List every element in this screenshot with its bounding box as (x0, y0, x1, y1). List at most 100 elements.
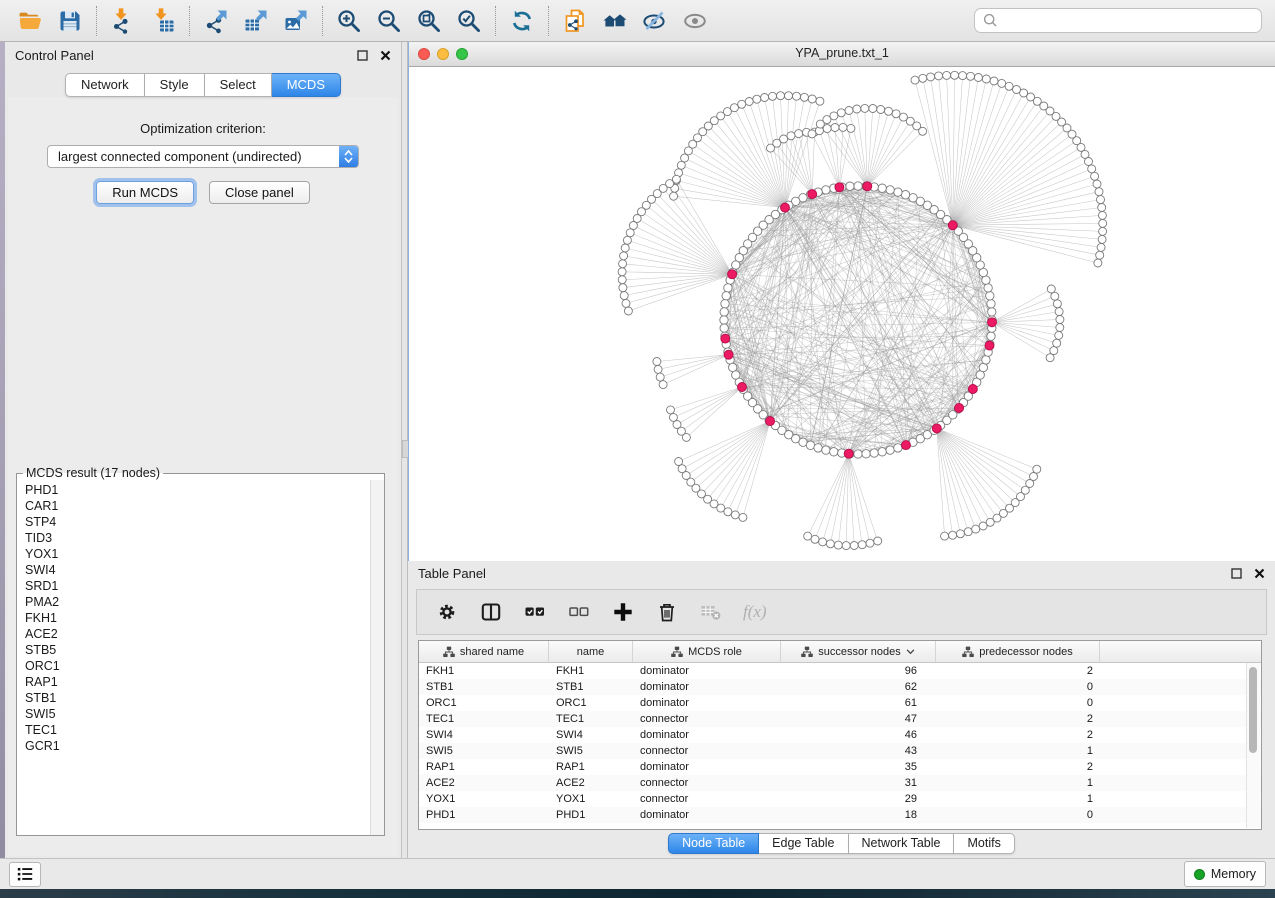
column-label: predecessor nodes (979, 646, 1073, 658)
tab-select[interactable]: Select (205, 73, 272, 97)
zoom-out-button[interactable] (372, 4, 406, 38)
table-row[interactable]: ACE2ACE2connector311 (419, 775, 1261, 791)
zoom-in-icon (340, 11, 359, 30)
cell: dominator (633, 665, 781, 677)
import-network-button[interactable] (106, 4, 140, 38)
column-label: successor nodes (818, 646, 901, 658)
search-input[interactable] (1004, 12, 1253, 29)
export-table-button[interactable] (239, 4, 273, 38)
table-row[interactable]: PHD1PHD1dominator180 (419, 807, 1261, 823)
close-panel-button[interactable]: Close panel (209, 181, 310, 204)
tab-edge-table[interactable]: Edge Table (759, 833, 848, 854)
cell: 31 (781, 777, 936, 789)
mcds-result-item[interactable]: STB5 (25, 642, 370, 658)
close-table-panel-icon[interactable] (1253, 568, 1265, 580)
table-row[interactable]: YOX1YOX1connector291 (419, 791, 1261, 807)
table-scrollbar-thumb[interactable] (1249, 667, 1257, 753)
column-header-successor-nodes[interactable]: successor nodes (781, 641, 936, 662)
cell: RAP1 (419, 761, 549, 773)
network-graph-canvas[interactable] (409, 66, 1275, 561)
mcds-result-item[interactable]: CAR1 (25, 498, 370, 514)
column-header-name[interactable]: name (549, 641, 633, 662)
table-row[interactable]: SWI4SWI4dominator462 (419, 727, 1261, 743)
import-table-button[interactable] (146, 4, 180, 38)
show-all-button[interactable] (678, 4, 712, 38)
control-panel-title: Control Panel (15, 48, 94, 63)
select-all-button[interactable] (523, 600, 547, 624)
memory-status-icon (1194, 869, 1205, 880)
float-panel-icon[interactable] (356, 50, 368, 62)
table-row[interactable]: ORC1ORC1dominator610 (419, 695, 1261, 711)
cell: dominator (633, 729, 781, 741)
cell: STB1 (549, 681, 633, 693)
zoom-in-button[interactable] (332, 4, 366, 38)
close-panel-icon[interactable] (379, 50, 391, 62)
mcds-result-item[interactable]: SRD1 (25, 578, 370, 594)
tab-network[interactable]: Network (65, 73, 145, 97)
table-options-gear-button[interactable] (435, 600, 459, 624)
table-scrollbar[interactable] (1246, 663, 1260, 828)
network-view-window: YPA_prune.txt_1 (408, 42, 1275, 561)
mcds-result-item[interactable]: ORC1 (25, 658, 370, 674)
mcds-list-scrollbar[interactable] (370, 480, 384, 835)
mcds-result-item[interactable]: RAP1 (25, 674, 370, 690)
mcds-result-item[interactable]: SWI5 (25, 706, 370, 722)
mcds-result-item[interactable]: SWI4 (25, 562, 370, 578)
add-column-button[interactable] (611, 600, 635, 624)
toolbar-groups (4, 4, 721, 38)
tab-node-table[interactable]: Node Table (668, 833, 759, 854)
mcds-result-item[interactable]: ACE2 (25, 626, 370, 642)
table-row[interactable]: FKH1FKH1dominator962 (419, 663, 1261, 679)
run-mcds-button[interactable]: Run MCDS (96, 181, 194, 204)
table-row[interactable]: TEC1TEC1connector472 (419, 711, 1261, 727)
tab-motifs[interactable]: Motifs (954, 833, 1014, 854)
panel-splitter[interactable] (401, 42, 408, 858)
mcds-result-item[interactable]: STP4 (25, 514, 370, 530)
cell: 61 (781, 697, 936, 709)
tab-network-table[interactable]: Network Table (849, 833, 955, 854)
tab-style[interactable]: Style (145, 73, 205, 97)
cell: FKH1 (419, 665, 549, 677)
mcds-result-item[interactable]: STB1 (25, 690, 370, 706)
mcds-result-box: MCDS result (17 nodes) PHD1CAR1STP4TID3Y… (16, 466, 385, 836)
hide-selected-button[interactable] (638, 4, 672, 38)
zoom-selected-button[interactable] (452, 4, 486, 38)
open-file-button[interactable] (13, 4, 47, 38)
cell: SWI4 (549, 729, 633, 741)
export-network-icon (207, 10, 227, 33)
table-row[interactable]: RAP1RAP1dominator352 (419, 759, 1261, 775)
mcds-result-item[interactable]: YOX1 (25, 546, 370, 562)
duplicate-network-icon (567, 10, 584, 31)
tab-mcds[interactable]: MCDS (272, 73, 341, 97)
memory-button[interactable]: Memory (1184, 861, 1266, 887)
duplicate-network-button[interactable] (558, 4, 592, 38)
save-session-button[interactable] (53, 4, 87, 38)
refresh-view-button[interactable] (505, 4, 539, 38)
task-history-button[interactable] (9, 862, 41, 887)
export-network-button[interactable] (199, 4, 233, 38)
node-table-header: shared namenameMCDS role successor nodes p… (419, 641, 1261, 663)
mcds-result-item[interactable]: TID3 (25, 530, 370, 546)
export-image-button[interactable] (279, 4, 313, 38)
zoom-fit-button[interactable] (412, 4, 446, 38)
deselect-all-button[interactable] (567, 600, 591, 624)
column-header-predecessor-nodes[interactable]: predecessor nodes (936, 641, 1100, 662)
mcds-result-item[interactable]: TEC1 (25, 722, 370, 738)
float-table-panel-icon[interactable] (1230, 568, 1242, 580)
cell: 43 (781, 745, 936, 757)
mcds-result-item[interactable]: PHD1 (25, 482, 370, 498)
cell: SWI5 (419, 745, 549, 757)
optimization-criterion-select[interactable]: largest connected component (undirected) (47, 145, 359, 168)
mcds-result-item[interactable]: PMA2 (25, 594, 370, 610)
column-header-MCDS-role[interactable]: MCDS role (633, 641, 781, 662)
column-header-shared-name[interactable]: shared name (419, 641, 549, 662)
delete-column-button[interactable] (655, 600, 679, 624)
cell: FKH1 (549, 665, 633, 677)
column-view-button[interactable] (479, 600, 503, 624)
mcds-result-item[interactable]: FKH1 (25, 610, 370, 626)
table-row[interactable]: SWI5SWI5connector431 (419, 743, 1261, 759)
table-row[interactable]: STB1STB1dominator620 (419, 679, 1261, 695)
first-neighbors-button[interactable] (598, 4, 632, 38)
mcds-result-item[interactable]: GCR1 (25, 738, 370, 754)
column-view-icon (483, 605, 499, 620)
